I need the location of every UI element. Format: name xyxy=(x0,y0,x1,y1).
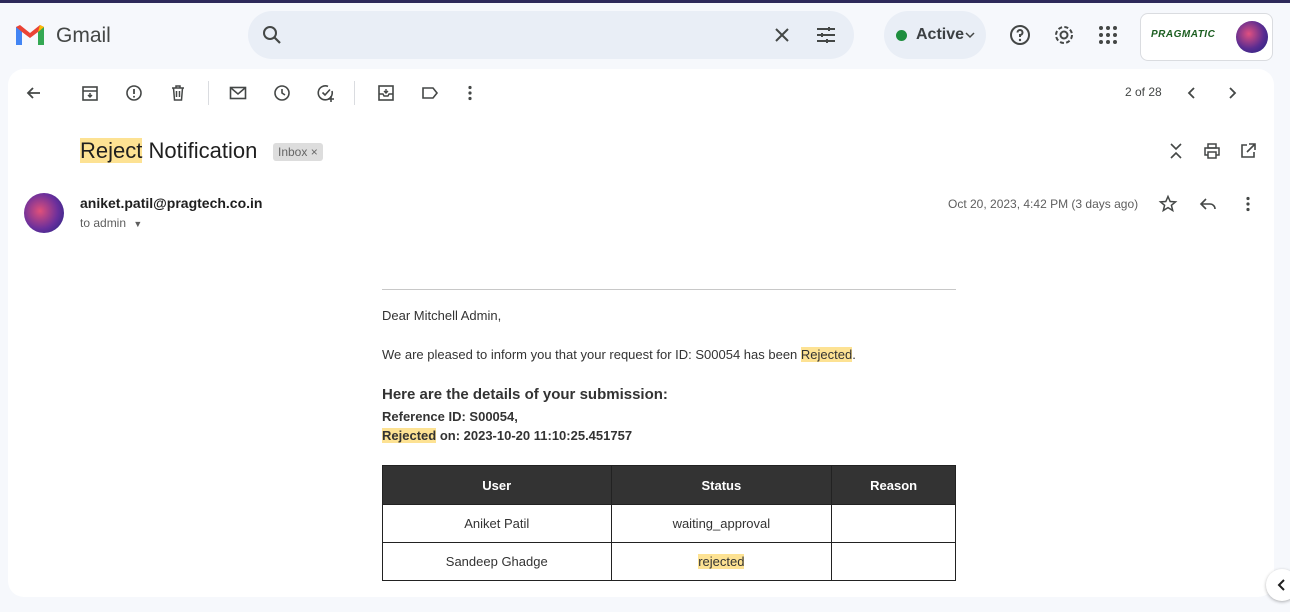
app-name[interactable]: Gmail xyxy=(56,24,111,48)
search-icon[interactable] xyxy=(260,23,284,47)
message-date: Oct 20, 2023, 4:42 PM (3 days ago) xyxy=(948,197,1139,211)
help-icon[interactable] xyxy=(1008,23,1032,47)
rejected-highlight: Rejected xyxy=(382,428,437,443)
search-options-icon[interactable] xyxy=(814,23,838,47)
rejected-on: Rejected on: 2023-10-20 11:10:25.451757 xyxy=(382,428,632,443)
remove-label-icon[interactable]: × xyxy=(311,145,318,159)
collapse-all-icon[interactable] xyxy=(1166,141,1186,161)
greeting: Dear Mitchell Admin, xyxy=(382,308,502,323)
chevron-left-icon xyxy=(1277,579,1285,591)
cell-reason xyxy=(831,504,956,543)
status-selector[interactable]: Active xyxy=(884,11,986,59)
mark-unread-icon[interactable] xyxy=(228,83,248,103)
subject-text: Notification xyxy=(142,138,258,163)
rejected-on-text: on: 2023-10-20 11:10:25.451757 xyxy=(436,428,633,443)
reply-icon[interactable] xyxy=(1198,194,1218,214)
table-row: Aniket Patil waiting_approval xyxy=(382,504,956,543)
status-highlight: rejected xyxy=(698,554,745,569)
report-spam-icon[interactable] xyxy=(124,83,144,103)
intro-text: We are pleased to inform you that your r… xyxy=(382,347,801,362)
intro-paragraph: We are pleased to inform you that your r… xyxy=(382,347,856,362)
toolbar-divider xyxy=(208,81,209,105)
column-header-status: Status xyxy=(610,465,833,505)
cell-status: rejected xyxy=(610,542,833,581)
sender-email[interactable]: aniket.patil@pragtech.co.in xyxy=(80,195,262,211)
show-details-caret-icon[interactable]: ▼ xyxy=(133,219,142,229)
search-bar[interactable] xyxy=(248,11,854,59)
search-input[interactable] xyxy=(304,21,788,51)
active-status-dot xyxy=(896,30,907,41)
account-avatar[interactable] xyxy=(1236,21,1268,53)
archive-icon[interactable] xyxy=(80,83,100,103)
table-row: Sandeep Ghadge rejected xyxy=(382,542,956,581)
reference-id: Reference ID: S00054, xyxy=(382,409,518,424)
subject-highlight: Reject xyxy=(80,138,143,163)
star-icon[interactable] xyxy=(1158,194,1178,214)
status-label: Active xyxy=(916,26,965,43)
intro-end: . xyxy=(852,347,856,362)
details-heading: Here are the details of your submission: xyxy=(382,386,668,403)
label-tag-icon[interactable] xyxy=(420,83,440,103)
column-header-user: User xyxy=(382,465,612,505)
cell-status: waiting_approval xyxy=(610,504,833,543)
newer-chevron-left-icon[interactable] xyxy=(1182,83,1202,103)
sender-avatar[interactable] xyxy=(24,193,64,233)
cell-user: Aniket Patil xyxy=(382,504,612,543)
delete-trash-icon[interactable] xyxy=(168,83,188,103)
add-task-icon[interactable] xyxy=(316,83,336,103)
chevron-down-icon xyxy=(965,32,975,39)
gmail-logo-icon[interactable] xyxy=(14,23,46,47)
side-panel-toggle[interactable] xyxy=(1266,569,1290,601)
print-icon[interactable] xyxy=(1202,141,1222,161)
cell-reason xyxy=(831,542,956,581)
older-chevron-right-icon[interactable] xyxy=(1222,83,1242,103)
submission-table: User Status Reason Aniket Patil waiting_… xyxy=(382,465,956,581)
recipient-text: to admin xyxy=(80,216,127,230)
email-divider xyxy=(382,289,956,290)
snooze-clock-icon[interactable] xyxy=(272,83,292,103)
account-switcher[interactable]: PRAGMATIC xyxy=(1140,13,1273,61)
move-to-icon[interactable] xyxy=(376,83,396,103)
clear-search-icon[interactable] xyxy=(770,23,794,47)
intro-highlight: Rejected xyxy=(800,347,853,362)
message-more-icon[interactable] xyxy=(1238,194,1258,214)
pagination-count: 2 of 28 xyxy=(1125,85,1162,99)
table-header-row: User Status Reason xyxy=(382,465,956,505)
open-new-window-icon[interactable] xyxy=(1238,141,1258,161)
back-arrow-icon[interactable] xyxy=(24,83,44,103)
account-brand-logo: PRAGMATIC xyxy=(1151,29,1216,40)
cell-user: Sandeep Ghadge xyxy=(382,542,612,581)
more-options-icon[interactable] xyxy=(460,83,480,103)
recipient-line[interactable]: to admin ▼ xyxy=(80,216,142,230)
settings-gear-icon[interactable] xyxy=(1052,23,1076,47)
inbox-label: Inbox xyxy=(278,145,308,159)
email-subject: Reject Notification xyxy=(80,138,257,164)
apps-grid-icon[interactable] xyxy=(1096,23,1120,47)
toolbar-divider xyxy=(354,81,355,105)
inbox-label-chip[interactable]: Inbox × xyxy=(273,143,323,161)
column-header-reason: Reason xyxy=(831,465,956,505)
